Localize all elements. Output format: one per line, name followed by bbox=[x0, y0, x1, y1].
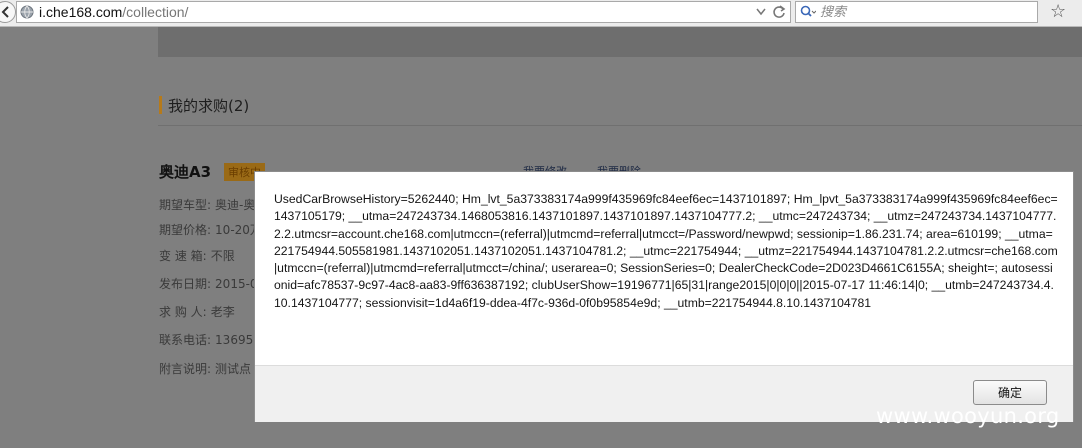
back-arrow-icon bbox=[1, 6, 9, 18]
field-publish-date: 发布日期: 2015-0 bbox=[159, 275, 258, 292]
field-label: 附言说明: bbox=[159, 362, 212, 376]
url-controls bbox=[756, 5, 786, 19]
url-path: /collection/ bbox=[122, 4, 189, 20]
section-accent-bar bbox=[159, 96, 162, 114]
dropdown-arrow-icon[interactable] bbox=[756, 8, 766, 16]
browser-toolbar: i.che168.com/collection/ ☆ bbox=[0, 0, 1082, 27]
section-title: 我的求购(2) bbox=[168, 97, 250, 115]
back-button[interactable] bbox=[0, 1, 16, 23]
field-label: 变 速 箱: bbox=[159, 249, 207, 263]
field-label: 发布日期: bbox=[159, 277, 212, 291]
search-input[interactable] bbox=[820, 4, 1020, 20]
field-value: 奥迪-奥 bbox=[215, 198, 256, 212]
url-domain: i.che168.com bbox=[39, 4, 123, 20]
bookmark-star-icon[interactable]: ☆ bbox=[1050, 2, 1066, 22]
address-bar[interactable]: i.che168.com/collection/ bbox=[16, 1, 791, 23]
watermark: www.wooyun.org bbox=[876, 404, 1060, 428]
search-engine-icon[interactable] bbox=[800, 5, 816, 19]
search-box[interactable] bbox=[795, 1, 1038, 23]
field-value: 老李 bbox=[210, 305, 235, 319]
field-remark: 附言说明: 测试点 bbox=[159, 360, 251, 377]
reload-icon[interactable] bbox=[772, 5, 786, 19]
field-phone: 联系电话: 13695 bbox=[159, 331, 253, 348]
alert-dialog: UsedCarBrowseHistory=5262440; Hm_lvt_5a3… bbox=[254, 171, 1074, 422]
field-gearbox: 变 速 箱: 不限 bbox=[159, 247, 235, 264]
alert-message: UsedCarBrowseHistory=5262440; Hm_lvt_5a3… bbox=[274, 192, 1058, 310]
field-value: 13695 bbox=[215, 333, 254, 347]
field-label: 求 购 人: bbox=[159, 305, 207, 319]
ok-button[interactable]: 确定 bbox=[973, 380, 1047, 405]
field-value: 测试点 bbox=[215, 362, 252, 376]
field-label: 联系电话: bbox=[159, 333, 212, 347]
field-label: 期望车型: bbox=[159, 198, 212, 212]
field-desired-model: 期望车型: 奥迪-奥 bbox=[159, 196, 255, 213]
field-value: 不限 bbox=[210, 249, 235, 263]
field-value: 2015-0 bbox=[215, 277, 258, 291]
field-label: 期望价格: bbox=[159, 223, 212, 237]
globe-icon bbox=[20, 5, 34, 19]
field-buyer: 求 购 人: 老李 bbox=[159, 303, 235, 320]
url-text[interactable]: i.che168.com/collection/ bbox=[39, 4, 188, 20]
section-divider bbox=[158, 125, 1082, 126]
field-desired-price: 期望价格: 10-20万 bbox=[159, 221, 262, 238]
car-name: 奥迪A3 bbox=[159, 163, 212, 181]
page-top-banner bbox=[158, 27, 1082, 57]
